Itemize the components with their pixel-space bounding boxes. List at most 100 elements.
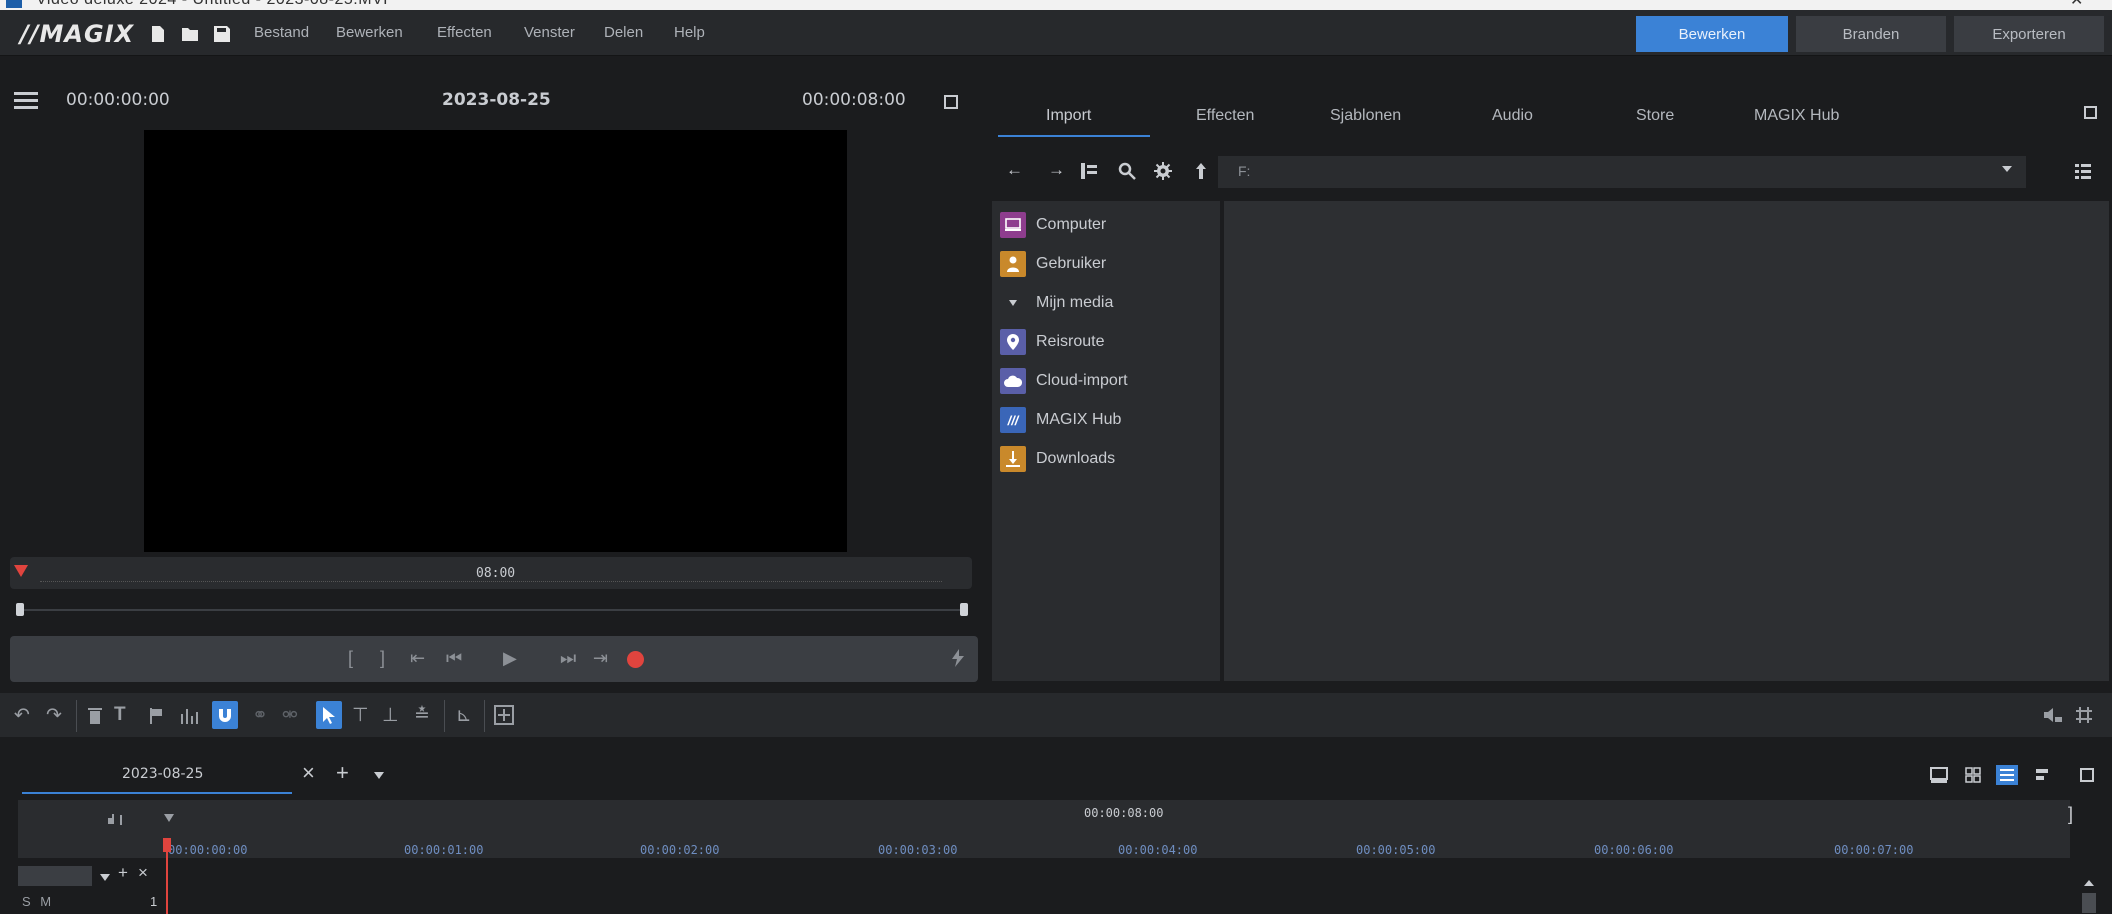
scene-overview-icon[interactable] — [1962, 765, 1984, 785]
tree-item-label: Cloud-import — [1036, 372, 1128, 389]
close-tab-icon[interactable]: × — [302, 760, 315, 786]
menu-venster[interactable]: Venster — [524, 24, 575, 41]
tab-magix-hub[interactable]: MAGIX Hub — [1754, 107, 1839, 125]
mode-single-track-icon[interactable]: ⊤ — [352, 704, 369, 727]
tab-import[interactable]: Import — [1046, 107, 1091, 125]
tab-sjablonen[interactable]: Sjablonen — [1330, 107, 1401, 125]
multicam-view-icon[interactable] — [2032, 765, 2054, 785]
mode-exporteren-button[interactable]: Exporteren — [1954, 16, 2104, 52]
search-icon[interactable] — [1118, 162, 1136, 180]
track-name-field[interactable] — [18, 866, 92, 886]
back-arrow-icon[interactable]: ← — [1006, 160, 1023, 180]
mark-in-button[interactable]: [ — [348, 648, 353, 669]
file-browser-area[interactable] — [1224, 201, 2109, 681]
add-tab-icon[interactable]: + — [336, 760, 349, 786]
record-button[interactable] — [627, 651, 644, 668]
insert-clip-icon[interactable] — [494, 705, 514, 725]
mode-all-tracks-icon[interactable]: ≛ — [414, 704, 430, 727]
timeline-view-icon[interactable] — [1996, 765, 2018, 785]
pointer-mode-icon[interactable] — [316, 701, 342, 729]
speaker-icon[interactable] — [2044, 707, 2062, 723]
playhead-handle[interactable] — [163, 838, 171, 852]
close-button[interactable]: ✕ — [2070, 0, 2083, 10]
path-dropdown[interactable]: F: — [1218, 156, 2026, 188]
tree-item-gebruiker[interactable]: Gebruiker — [1000, 249, 1106, 279]
mark-out-button[interactable]: ] — [380, 648, 385, 669]
user-icon — [1000, 251, 1026, 277]
play-button[interactable]: ▶ — [503, 648, 517, 669]
list-view-icon[interactable] — [2074, 162, 2092, 180]
timeline-tick: 00:00:06:00 — [1594, 843, 1674, 857]
tab-store[interactable]: Store — [1636, 107, 1674, 125]
delete-trash-icon[interactable] — [88, 706, 102, 724]
settings-gear-icon[interactable] — [1154, 162, 1172, 180]
tab-audio[interactable]: Audio — [1492, 107, 1533, 125]
audio-levels-icon[interactable] — [180, 706, 200, 724]
undo-icon[interactable]: ↶ — [14, 704, 30, 727]
tree-item-cloud-import[interactable]: Cloud-import — [1000, 366, 1128, 396]
video-preview-screen[interactable] — [144, 130, 847, 552]
marker-flag-icon[interactable] — [150, 708, 162, 724]
menu-effecten[interactable]: Effecten — [437, 24, 492, 41]
tree-item-magix-hub[interactable]: /// MAGIX Hub — [1000, 405, 1121, 435]
open-folder-icon[interactable] — [181, 25, 199, 43]
toolbar-divider — [76, 700, 77, 732]
zoom-scroll-track[interactable] — [18, 609, 965, 611]
tree-item-mijn-media[interactable]: Mijn media — [1000, 288, 1113, 318]
menu-bestand[interactable]: Bestand — [254, 24, 309, 41]
scroll-up-arrow-icon[interactable] — [2084, 880, 2094, 886]
tab-effecten[interactable]: Effecten — [1196, 107, 1254, 125]
forward-arrow-icon[interactable]: → — [1048, 160, 1065, 180]
flash-icon[interactable] — [950, 649, 966, 667]
timeline-tick: 00:00:03:00 — [878, 843, 958, 857]
maximize-pool-icon[interactable] — [2084, 106, 2097, 119]
maximize-preview-icon[interactable] — [944, 95, 958, 109]
menu-delen[interactable]: Delen — [604, 24, 643, 41]
timeline-tab[interactable]: 2023-08-25 — [122, 766, 203, 782]
track-controls[interactable]: S M — [22, 894, 54, 909]
vertical-scrollbar-thumb[interactable] — [2082, 893, 2096, 913]
timeline-ruler[interactable] — [18, 800, 2070, 858]
tree-item-downloads[interactable]: Downloads — [1000, 444, 1115, 474]
window-title-bar: Video deluxe 2024 - Untitled - 2023-08-2… — [0, 0, 2112, 10]
folder-up-icon[interactable] — [1194, 162, 1208, 180]
link-icon[interactable]: ⚭ — [252, 704, 268, 727]
zoom-control-icon[interactable] — [108, 812, 126, 826]
menu-bewerken[interactable]: Bewerken — [336, 24, 403, 41]
tab-dropdown-icon[interactable] — [374, 772, 384, 779]
text-title-icon[interactable]: T — [114, 704, 126, 726]
track-menu-dropdown-icon[interactable] — [100, 874, 110, 881]
scroll-handle-left[interactable] — [16, 603, 24, 616]
next-button[interactable]: ⏭ — [560, 648, 576, 669]
mode-multi-track-icon[interactable]: ⊥ — [382, 704, 399, 727]
magnet-snap-icon[interactable] — [212, 701, 238, 729]
path-value: F: — [1238, 163, 1251, 179]
storyboard-view-icon[interactable] — [1928, 765, 1950, 785]
expand-arrow-icon[interactable] — [1000, 290, 1026, 316]
go-to-start-button[interactable]: ⇤ — [410, 648, 425, 669]
split-icon[interactable]: ⊾ — [456, 704, 472, 727]
playhead-marker-icon[interactable] — [14, 565, 28, 577]
minimize-button[interactable]: — — [2000, 0, 2016, 8]
tree-item-computer[interactable]: Computer — [1000, 210, 1106, 240]
unlink-icon[interactable]: ⚮ — [282, 704, 298, 727]
maximize-timeline-icon[interactable] — [2076, 765, 2098, 785]
timeline-dropdown-icon[interactable] — [164, 814, 174, 822]
mode-branden-button[interactable]: Branden — [1796, 16, 1946, 52]
go-to-end-button[interactable]: ⇥ — [593, 648, 608, 669]
redo-icon[interactable]: ↷ — [46, 704, 62, 727]
mode-bewerken-button[interactable]: Bewerken — [1636, 16, 1788, 52]
tree-view-icon[interactable] — [1080, 162, 1098, 180]
grid-settings-icon[interactable] — [2076, 707, 2092, 723]
scroll-handle-right[interactable] — [960, 603, 968, 616]
end-marker-icon[interactable]: ] — [2068, 804, 2073, 825]
save-icon[interactable] — [213, 25, 231, 43]
add-track-icon[interactable]: + — [118, 863, 128, 883]
download-icon — [1000, 446, 1026, 472]
hamburger-menu-icon[interactable] — [14, 92, 38, 110]
tree-item-reisroute[interactable]: Reisroute — [1000, 327, 1104, 357]
remove-track-icon[interactable]: × — [138, 863, 148, 883]
menu-help[interactable]: Help — [674, 24, 705, 41]
previous-button[interactable]: ⏮ — [446, 648, 462, 669]
new-file-icon[interactable] — [149, 25, 167, 43]
